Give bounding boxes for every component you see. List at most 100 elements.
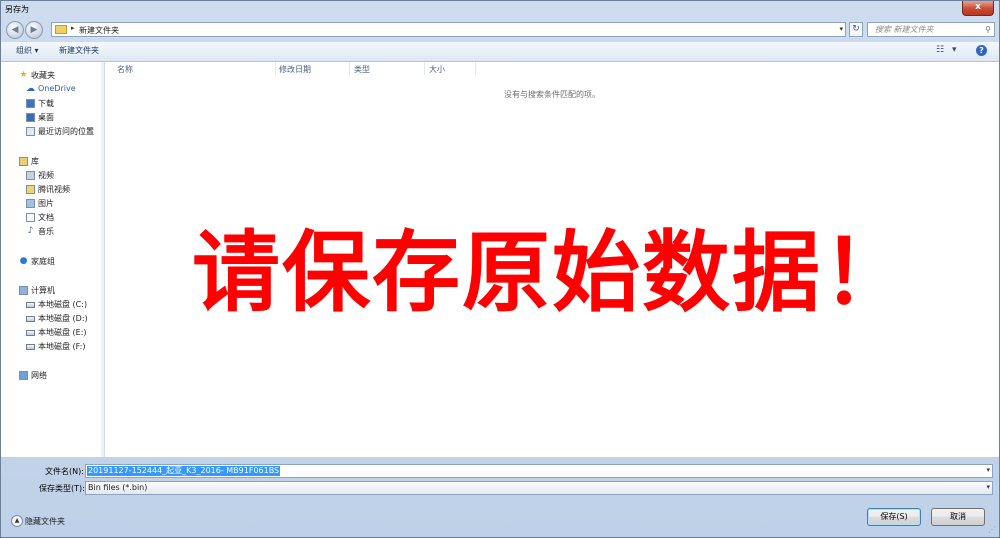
navigation-pane: ★ 收藏夹 ☁ OneDrive 下载 桌面 最近访问的位置 库 视频 腾讯视频… <box>1 62 105 457</box>
navigation-bar: ◀ ▶ ▸ 新建文件夹 ▾ ↻ 搜索 新建文件夹 ⚲ <box>1 18 999 42</box>
network-icon <box>19 371 28 380</box>
save-button[interactable]: 保存(S) <box>867 508 921 526</box>
window-title: 另存为 <box>5 5 29 14</box>
cloud-icon: ☁ <box>26 84 35 94</box>
address-bar[interactable]: ▸ 新建文件夹 ▾ <box>51 22 846 37</box>
sidebar-item-music[interactable]: ♪ 音乐 <box>1 225 101 238</box>
chevron-up-icon[interactable]: ▲ <box>11 515 23 527</box>
sidebar-item-libraries[interactable]: 库 <box>1 155 101 168</box>
column-divider[interactable] <box>275 62 276 75</box>
resize-grip-icon[interactable]: ⋰ <box>988 525 996 534</box>
search-placeholder: 搜索 新建文件夹 <box>875 25 934 34</box>
chevron-down-icon[interactable]: ▾ <box>839 25 843 33</box>
column-divider[interactable] <box>424 62 425 75</box>
sidebar-item-label: 下载 <box>38 99 54 108</box>
pictures-icon <box>26 199 35 208</box>
drive-icon <box>26 330 35 336</box>
sidebar-item-label: 库 <box>31 157 39 166</box>
sidebar-item-label: 计算机 <box>31 286 55 295</box>
sidebar-item-label: 视频 <box>38 171 54 180</box>
sidebar-item-label: 图片 <box>38 199 54 208</box>
sidebar-item-computer[interactable]: 计算机 <box>1 284 101 297</box>
chevron-down-icon[interactable]: ▾ <box>986 466 990 474</box>
sidebar-item-desktop[interactable]: 桌面 <box>1 111 101 124</box>
documents-icon <box>26 213 35 222</box>
filetype-label: 保存类型(T): <box>39 484 85 493</box>
sidebar-item-label: 桌面 <box>38 113 54 122</box>
sidebar-item-documents[interactable]: 文档 <box>1 211 101 224</box>
recent-places-icon <box>26 127 35 136</box>
column-header-modified[interactable]: 修改日期 <box>279 64 311 75</box>
homegroup-icon: ● <box>19 256 28 266</box>
computer-icon <box>19 286 28 295</box>
sidebar-item-videos[interactable]: 视频 <box>1 169 101 182</box>
help-button[interactable]: ? <box>976 45 987 56</box>
sidebar-item-downloads[interactable]: 下载 <box>1 97 101 110</box>
sidebar-item-label: 最近访问的位置 <box>38 127 94 136</box>
desktop-icon <box>26 113 35 122</box>
column-divider[interactable] <box>475 62 476 75</box>
sidebar-item-label: 本地磁盘 (D:) <box>38 314 88 323</box>
music-icon: ♪ <box>27 226 34 236</box>
filename-value[interactable]: 20191127-152444_起亚_K3_2016- MB91F061BS <box>87 466 281 476</box>
sidebar-item-onedrive[interactable]: ☁ OneDrive <box>1 83 101 96</box>
close-button[interactable]: x <box>962 1 994 16</box>
filetype-select[interactable]: Bin files (*.bin) ▾ <box>85 481 993 495</box>
cancel-button[interactable]: 取消 <box>931 508 985 526</box>
column-divider[interactable] <box>349 62 350 75</box>
library-icon <box>19 157 28 166</box>
video-icon <box>26 171 35 180</box>
search-input[interactable]: 搜索 新建文件夹 ⚲ <box>867 22 995 37</box>
save-form: 文件名(N): 20191127-152444_起亚_K3_2016- MB91… <box>1 457 999 537</box>
drive-icon <box>26 344 35 350</box>
refresh-button[interactable]: ↻ <box>849 22 863 37</box>
command-toolbar: 组织 ▾ 新建文件夹 ☷ ▾ ? <box>1 42 999 62</box>
sidebar-item-label: 收藏夹 <box>31 71 55 80</box>
drive-c-icon <box>26 302 35 308</box>
empty-message: 没有与搜索条件匹配的项。 <box>504 90 600 99</box>
file-list[interactable]: 名称 修改日期 类型 大小 没有与搜索条件匹配的项。 请保存原始数据！ <box>105 62 999 457</box>
view-chevron-down-icon[interactable]: ▾ <box>952 45 957 55</box>
filename-label: 文件名(N): <box>45 467 84 476</box>
overlay-warning-text: 请保存原始数据！ <box>191 220 912 324</box>
chevron-down-icon[interactable]: ▾ <box>986 483 990 491</box>
tencent-video-icon <box>26 185 35 194</box>
sidebar-item-pictures[interactable]: 图片 <box>1 197 101 210</box>
filetype-value: Bin files (*.bin) <box>88 483 148 492</box>
title-bar[interactable]: 另存为 x <box>1 1 999 18</box>
download-folder-icon <box>26 99 35 108</box>
sidebar-item-drive-e[interactable]: 本地磁盘 (E:) <box>1 326 101 339</box>
sidebar-item-drive-f[interactable]: 本地磁盘 (F:) <box>1 340 101 353</box>
sidebar-item-label: 本地磁盘 (C:) <box>38 300 88 309</box>
forward-button[interactable]: ▶ <box>25 21 43 39</box>
view-options-icon[interactable]: ☷ <box>936 45 944 55</box>
folder-icon <box>55 25 67 34</box>
column-header-type[interactable]: 类型 <box>354 64 370 75</box>
hide-folders-label: 隐藏文件夹 <box>25 517 65 526</box>
sidebar-item-tencent-video[interactable]: 腾讯视频 <box>1 183 101 196</box>
breadcrumb-current-folder[interactable]: 新建文件夹 <box>79 25 119 36</box>
back-button[interactable]: ◀ <box>6 21 24 39</box>
sidebar-item-recent-places[interactable]: 最近访问的位置 <box>1 125 101 138</box>
star-icon: ★ <box>19 70 28 80</box>
sidebar-item-drive-c[interactable]: 本地磁盘 (C:) <box>1 298 101 311</box>
navigation-scrollbar[interactable] <box>101 62 104 457</box>
save-as-dialog: 另存为 x ◀ ▶ ▸ 新建文件夹 ▾ ↻ 搜索 新建文件夹 ⚲ 组织 ▾ 新建… <box>0 0 1000 538</box>
drive-icon <box>26 316 35 322</box>
breadcrumb-arrow-icon[interactable]: ▸ <box>71 24 75 32</box>
new-folder-button[interactable]: 新建文件夹 <box>59 45 99 56</box>
sidebar-item-label: 本地磁盘 (F:) <box>38 342 86 351</box>
organize-button[interactable]: 组织 ▾ <box>16 45 39 56</box>
sidebar-item-drive-d[interactable]: 本地磁盘 (D:) <box>1 312 101 325</box>
sidebar-item-label: 家庭组 <box>31 257 55 266</box>
sidebar-item-label: 音乐 <box>38 227 54 236</box>
sidebar-item-network[interactable]: 网络 <box>1 369 101 382</box>
column-header-size[interactable]: 大小 <box>429 64 445 75</box>
column-header-name[interactable]: 名称 <box>117 64 133 75</box>
sidebar-item-homegroup[interactable]: ● 家庭组 <box>1 255 101 268</box>
filename-input[interactable]: 20191127-152444_起亚_K3_2016- MB91F061BS ▾ <box>85 464 993 478</box>
sidebar-item-favorites[interactable]: ★ 收藏夹 <box>1 69 101 82</box>
sidebar-item-label: 腾讯视频 <box>38 185 70 194</box>
search-icon[interactable]: ⚲ <box>985 23 991 36</box>
sidebar-item-label: 文档 <box>38 213 54 222</box>
